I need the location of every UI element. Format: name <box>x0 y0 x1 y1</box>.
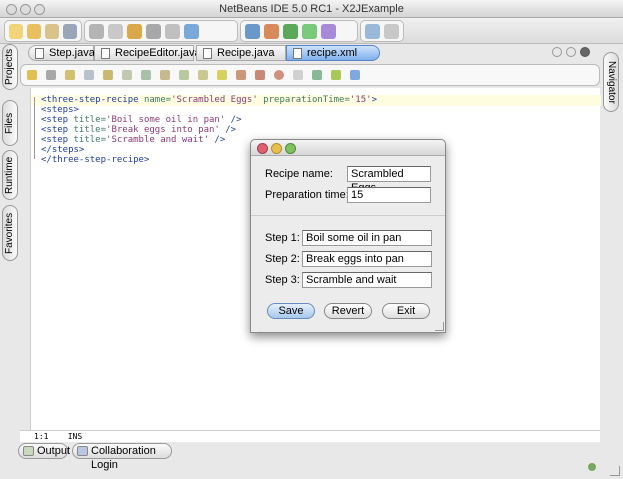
scroll-tabs-right-icon[interactable] <box>566 47 576 57</box>
share-icon[interactable] <box>384 23 399 39</box>
code-line: <step title='Boil some oil in pan' /> <box>41 115 242 125</box>
search-icon[interactable] <box>84 70 94 80</box>
window-title: NetBeans IDE 5.0 RC1 - X2JExample <box>219 3 404 15</box>
editor-tabs: Step.java RecipeEditor.java Recipe.java … <box>20 44 600 62</box>
code-line: <three-step-recipe name='Scrambled Eggs'… <box>41 95 377 105</box>
find-previous-icon[interactable] <box>103 70 113 80</box>
revert-button[interactable]: Revert <box>324 303 372 319</box>
macro-icon[interactable] <box>255 70 265 80</box>
step-3-label: Step 3: <box>265 274 300 286</box>
minimize-window-button[interactable] <box>20 4 31 15</box>
clean-build-icon[interactable] <box>264 23 279 39</box>
toggle-highlight-icon[interactable] <box>141 70 151 80</box>
prep-time-field[interactable]: 15 <box>347 187 431 203</box>
step-1-field[interactable]: Boil some oil in pan <box>302 230 432 246</box>
output-tab[interactable]: Output <box>18 443 70 459</box>
collaboration-icon[interactable] <box>365 23 380 39</box>
tab-recipe-editor-java[interactable]: RecipeEditor.java <box>94 45 201 61</box>
tab-recipe-xml[interactable]: recipe.xml <box>286 45 380 61</box>
step-1-label: Step 1: <box>265 232 300 244</box>
debug-icon[interactable] <box>302 23 317 39</box>
build-icon[interactable] <box>245 23 260 39</box>
side-tab-files[interactable]: Files <box>2 100 18 146</box>
copy-icon[interactable] <box>108 23 123 39</box>
paste-icon[interactable] <box>127 23 142 39</box>
insert-mode: INS <box>67 432 83 441</box>
check-xml-icon[interactable] <box>312 70 322 80</box>
code-line: <step title='Break eggs into pan' /> <box>41 125 237 135</box>
output-icon <box>23 446 34 456</box>
record-macro-icon[interactable] <box>274 70 284 80</box>
undo-icon[interactable] <box>146 23 161 39</box>
dialog-minimize-button[interactable] <box>271 143 282 154</box>
collaboration-icon <box>77 446 88 456</box>
save-all-icon[interactable] <box>63 23 77 39</box>
caret-position: 1:1 <box>34 432 49 441</box>
previous-bookmark-icon[interactable] <box>160 70 170 80</box>
shift-left-icon[interactable] <box>217 70 227 80</box>
dialog-title-bar[interactable] <box>251 140 445 156</box>
divider <box>251 215 445 216</box>
forward-icon[interactable] <box>46 70 56 80</box>
dialog-close-button[interactable] <box>257 143 268 154</box>
tab-recipe-java[interactable]: Recipe.java <box>196 45 286 61</box>
new-file-icon[interactable] <box>9 23 23 39</box>
save-button[interactable]: Save <box>267 303 315 319</box>
file-icon <box>101 48 110 59</box>
new-project-icon[interactable] <box>27 23 41 39</box>
title-bar: NetBeans IDE 5.0 RC1 - X2JExample <box>0 0 623 18</box>
run-icon[interactable] <box>283 23 298 39</box>
recipe-name-label: Recipe name: <box>265 168 333 180</box>
step-2-label: Step 2: <box>265 253 300 265</box>
side-tab-navigator[interactable]: Navigator <box>603 52 619 112</box>
side-tab-runtime[interactable]: Runtime <box>2 150 18 200</box>
tab-step-java[interactable]: Step.java <box>28 45 95 61</box>
scroll-tabs-left-icon[interactable] <box>552 47 562 57</box>
recipe-name-field[interactable]: Scrambled Eggs <box>347 166 431 194</box>
side-tab-favorites[interactable]: Favorites <box>2 205 18 261</box>
collaboration-login-tab[interactable]: Collaboration Login <box>72 443 172 471</box>
step-3-field[interactable]: Scramble and wait <box>302 272 432 288</box>
main-toolbar <box>0 18 623 44</box>
validate-xml-icon[interactable] <box>331 70 341 80</box>
toggle-bookmark-icon[interactable] <box>198 70 208 80</box>
open-project-icon[interactable] <box>45 23 59 39</box>
next-bookmark-icon[interactable] <box>179 70 189 80</box>
redo-icon[interactable] <box>165 23 180 39</box>
fold-markers[interactable] <box>34 97 39 159</box>
exit-button[interactable]: Exit <box>382 303 430 319</box>
editor-status-bar: 1:1 INS <box>20 430 600 442</box>
file-icon <box>203 48 212 59</box>
dialog-zoom-button[interactable] <box>285 143 296 154</box>
zoom-window-button[interactable] <box>34 4 45 15</box>
file-icon <box>35 48 44 59</box>
dialog-resize-grip-icon[interactable] <box>435 322 444 331</box>
find-selection-icon[interactable] <box>65 70 75 80</box>
xsl-transform-icon[interactable] <box>350 70 360 80</box>
tab-list-dropdown-icon[interactable] <box>580 47 590 57</box>
code-line: <steps> <box>41 105 79 115</box>
file-icon <box>293 48 302 59</box>
stop-macro-icon[interactable] <box>293 70 303 80</box>
profile-icon[interactable] <box>321 23 336 39</box>
prep-time-label: Preparation time: <box>265 189 349 201</box>
back-icon[interactable] <box>27 70 37 80</box>
find-next-icon[interactable] <box>122 70 132 80</box>
find-icon[interactable] <box>184 23 199 39</box>
resize-grip-icon[interactable] <box>610 466 620 476</box>
status-indicator-icon <box>588 463 596 471</box>
side-tab-projects[interactable]: Projects <box>2 44 18 90</box>
recipe-editor-dialog: Recipe name: Scrambled Eggs Preparation … <box>250 139 446 333</box>
shift-right-icon[interactable] <box>236 70 246 80</box>
cut-icon[interactable] <box>89 23 104 39</box>
close-window-button[interactable] <box>6 4 17 15</box>
editor-toolbar <box>20 64 600 86</box>
step-2-field[interactable]: Break eggs into pan <box>302 251 432 267</box>
